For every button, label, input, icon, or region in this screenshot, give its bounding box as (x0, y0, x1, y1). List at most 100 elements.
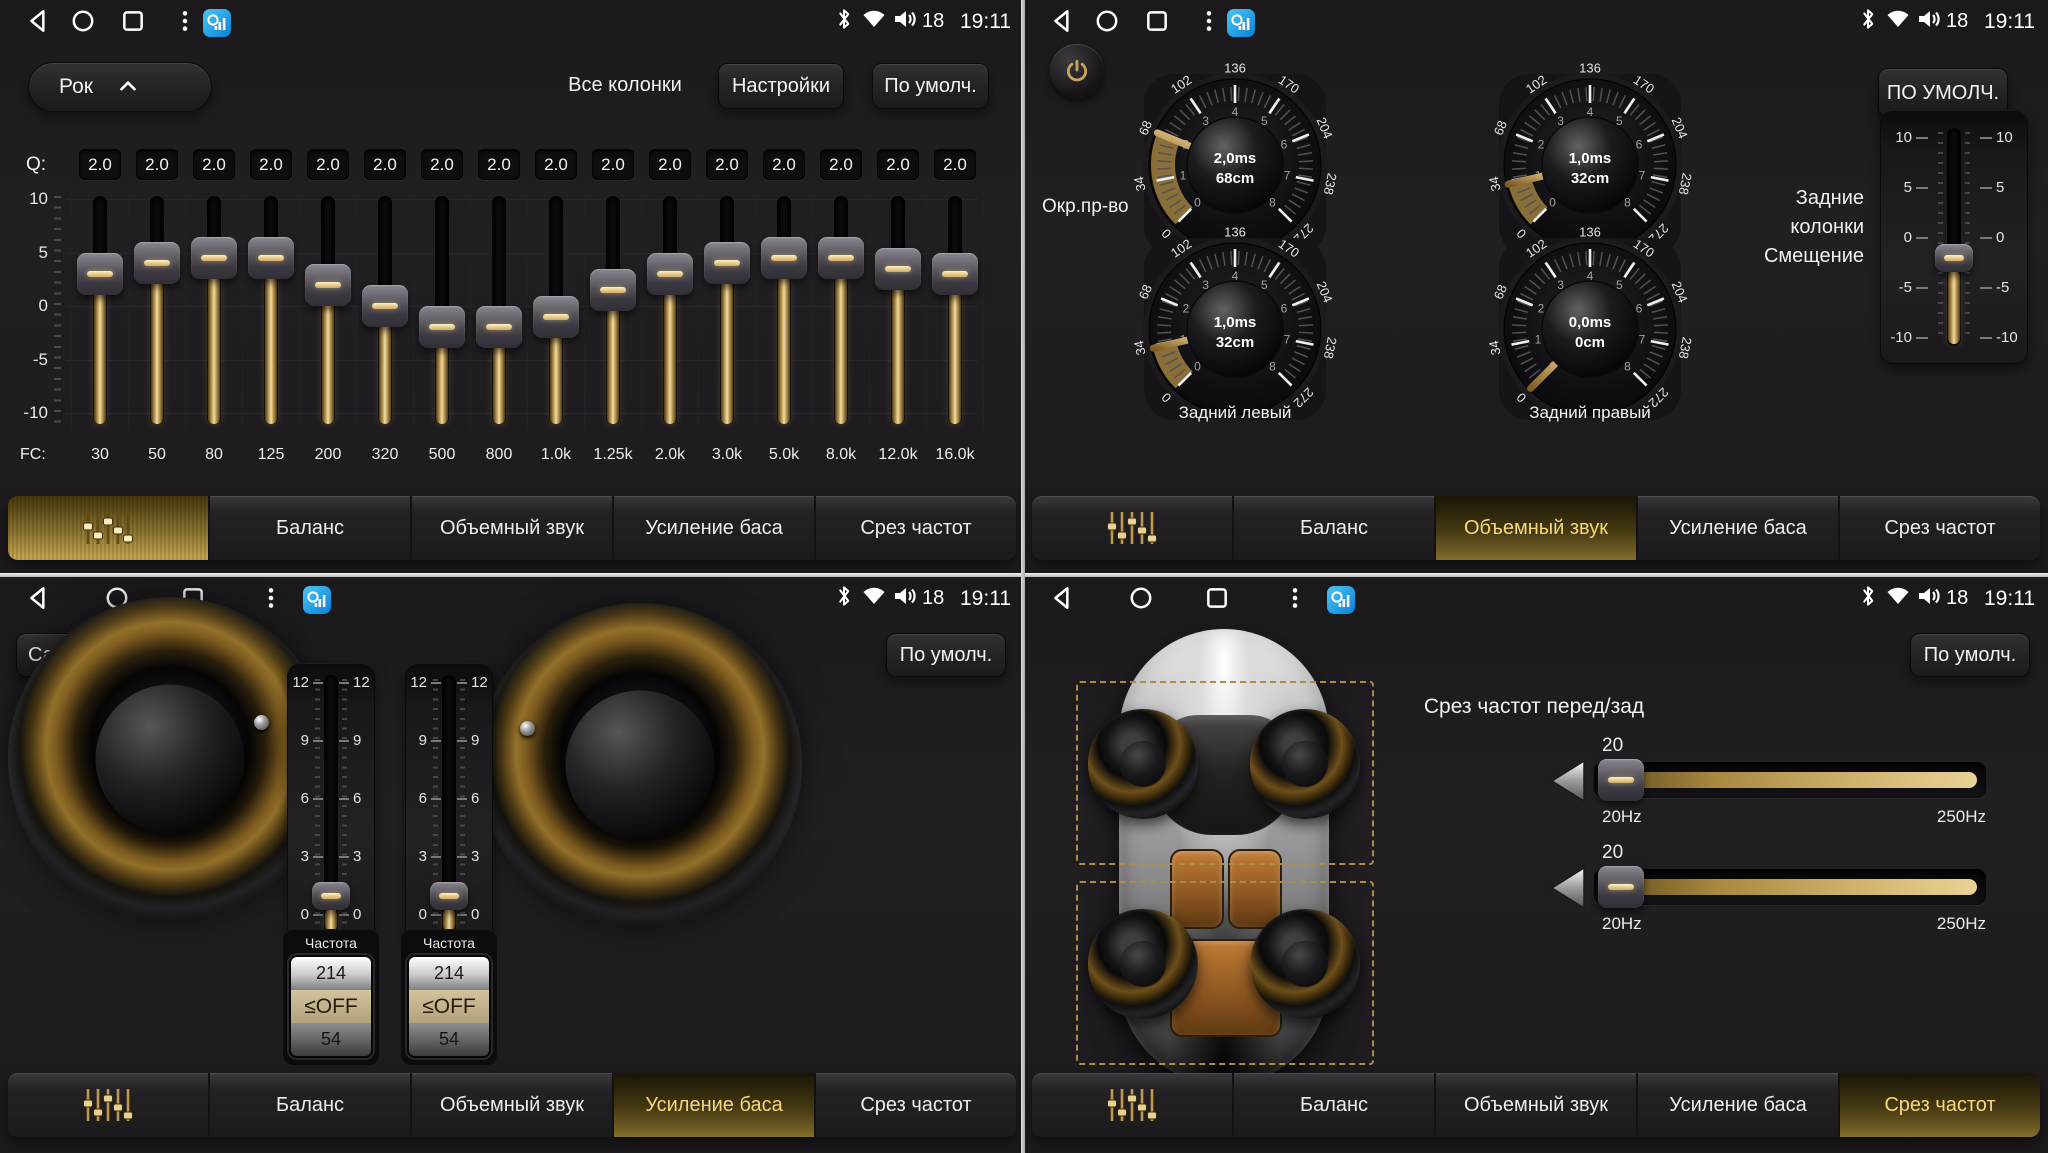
tab-surround[interactable]: Объемный звук (410, 1073, 612, 1137)
eq-slider-thumb[interactable] (704, 242, 750, 284)
eq-slider-thumb[interactable] (761, 237, 807, 279)
recents-square-icon[interactable] (1144, 8, 1170, 39)
svg-text:6: 6 (1636, 302, 1643, 316)
picker-value-below[interactable]: 54 (409, 1023, 489, 1056)
menu-dots-icon[interactable] (1196, 8, 1222, 39)
q-value[interactable]: 2.0 (877, 149, 919, 180)
offset-slider-thumb[interactable] (1935, 244, 1973, 272)
offset-slider-thumb[interactable] (312, 882, 350, 910)
tab-crossover[interactable]: Срез частот (814, 1073, 1016, 1137)
tab-equalizer[interactable] (8, 1073, 208, 1137)
eq-slider-thumb[interactable] (362, 285, 408, 327)
recents-square-icon[interactable] (1204, 585, 1230, 616)
tab-bass-boost[interactable]: Усиление баса (1636, 496, 1838, 560)
picker-value-above[interactable]: 214 (409, 957, 489, 990)
menu-dots-icon[interactable] (258, 585, 284, 616)
home-circle-icon[interactable] (1094, 8, 1120, 39)
tab-surround[interactable]: Объемный звук (1434, 1073, 1636, 1137)
eq-slider-fill (835, 270, 847, 424)
offset-slider-thumb[interactable] (430, 882, 468, 910)
svg-text:0,0ms: 0,0ms (1569, 314, 1612, 331)
eq-slider-thumb[interactable] (590, 269, 636, 311)
q-value[interactable]: 2.0 (592, 149, 634, 180)
tab-balance[interactable]: Баланс (208, 1073, 410, 1137)
preset-dropdown[interactable]: Рок (28, 62, 212, 112)
tab-balance[interactable]: Баланс (1232, 496, 1434, 560)
q-value[interactable]: 2.0 (820, 149, 862, 180)
eq-slider-thumb[interactable] (134, 242, 180, 284)
back-icon[interactable] (26, 585, 52, 616)
grid-line (869, 190, 870, 430)
equalizer-app-icon[interactable] (202, 8, 232, 43)
q-value[interactable]: 2.0 (364, 149, 406, 180)
q-value[interactable]: 2.0 (421, 149, 463, 180)
eq-slider-thumb[interactable] (932, 253, 978, 295)
equalizer-app-icon[interactable] (302, 585, 332, 620)
eq-slider-thumb[interactable] (248, 237, 294, 279)
eq-slider-thumb[interactable] (647, 253, 693, 295)
crossover-slider-thumb[interactable] (1598, 759, 1644, 801)
equalizer-app-icon[interactable] (1226, 8, 1256, 43)
frequency-picker[interactable]: 214≤OFF54 (289, 955, 373, 1058)
picker-value-selected[interactable]: ≤OFF (409, 990, 489, 1023)
crossover-slider-thumb[interactable] (1598, 866, 1644, 908)
equalizer-app-icon[interactable] (1326, 585, 1356, 620)
tab-equalizer[interactable] (8, 496, 208, 560)
home-circle-icon[interactable] (1128, 585, 1154, 616)
bass-default-button[interactable]: По умолч. (886, 633, 1006, 677)
eq-default-button[interactable]: По умолч. (872, 63, 989, 109)
power-button[interactable] (1050, 44, 1104, 98)
all-speakers-label[interactable]: Все колонки (540, 74, 710, 97)
q-value[interactable]: 2.0 (193, 149, 235, 180)
q-value[interactable]: 2.0 (307, 149, 349, 180)
tab-surround[interactable]: Объемный звук (410, 496, 612, 560)
picker-value-above[interactable]: 214 (291, 957, 371, 990)
q-value[interactable]: 2.0 (250, 149, 292, 180)
home-circle-icon[interactable] (70, 8, 96, 39)
tab-surround[interactable]: Объемный звук (1434, 496, 1636, 560)
eq-slider-thumb[interactable] (305, 264, 351, 306)
band-frequency-label: 800 (471, 446, 527, 464)
back-icon[interactable] (26, 8, 52, 39)
tab-equalizer[interactable] (1032, 1073, 1232, 1137)
tab-bass-boost[interactable]: Усиление баса (1636, 1073, 1838, 1137)
eq-slider-thumb[interactable] (419, 306, 465, 348)
picker-value-below[interactable]: 54 (291, 1023, 371, 1056)
wifi-icon (1886, 8, 1910, 33)
q-value[interactable]: 2.0 (136, 149, 178, 180)
svg-text:136: 136 (1579, 60, 1601, 75)
back-icon[interactable] (1050, 585, 1076, 616)
tab-equalizer[interactable] (1032, 496, 1232, 560)
q-value[interactable]: 2.0 (763, 149, 805, 180)
q-value[interactable]: 2.0 (706, 149, 748, 180)
tab-balance[interactable]: Баланс (208, 496, 410, 560)
menu-dots-icon[interactable] (1282, 585, 1308, 616)
tab-crossover[interactable]: Срез частот (1838, 496, 2040, 560)
eq-slider-thumb[interactable] (818, 237, 864, 279)
tab-bass-boost[interactable]: Усиление баса (612, 1073, 814, 1137)
tab-balance[interactable]: Баланс (1232, 1073, 1434, 1137)
clock: 19:11 (1984, 587, 2035, 611)
q-value[interactable]: 2.0 (79, 149, 121, 180)
settings-button[interactable]: Настройки (718, 63, 844, 109)
eq-slider-thumb[interactable] (77, 253, 123, 295)
eq-slider-thumb[interactable] (875, 248, 921, 290)
eq-slider-thumb[interactable] (476, 306, 522, 348)
tab-crossover[interactable]: Срез частот (1838, 1073, 2040, 1137)
q-value[interactable]: 2.0 (535, 149, 577, 180)
picker-value-selected[interactable]: ≤OFF (291, 990, 371, 1023)
back-icon[interactable] (1050, 8, 1076, 39)
car-top-view (1074, 623, 1374, 1095)
tab-crossover[interactable]: Срез частот (814, 496, 1016, 560)
q-value[interactable]: 2.0 (649, 149, 691, 180)
eq-slider-thumb[interactable] (191, 237, 237, 279)
q-value[interactable]: 2.0 (934, 149, 976, 180)
frequency-picker[interactable]: 214≤OFF54 (407, 955, 491, 1058)
tab-bass-boost[interactable]: Усиление баса (612, 496, 814, 560)
menu-dots-icon[interactable] (172, 8, 198, 39)
crossover-default-button[interactable]: По умолч. (1910, 633, 2030, 677)
recents-square-icon[interactable] (120, 8, 146, 39)
q-value[interactable]: 2.0 (478, 149, 520, 180)
eq-slider-thumb[interactable] (533, 296, 579, 338)
scale-label: 3 (409, 848, 427, 865)
